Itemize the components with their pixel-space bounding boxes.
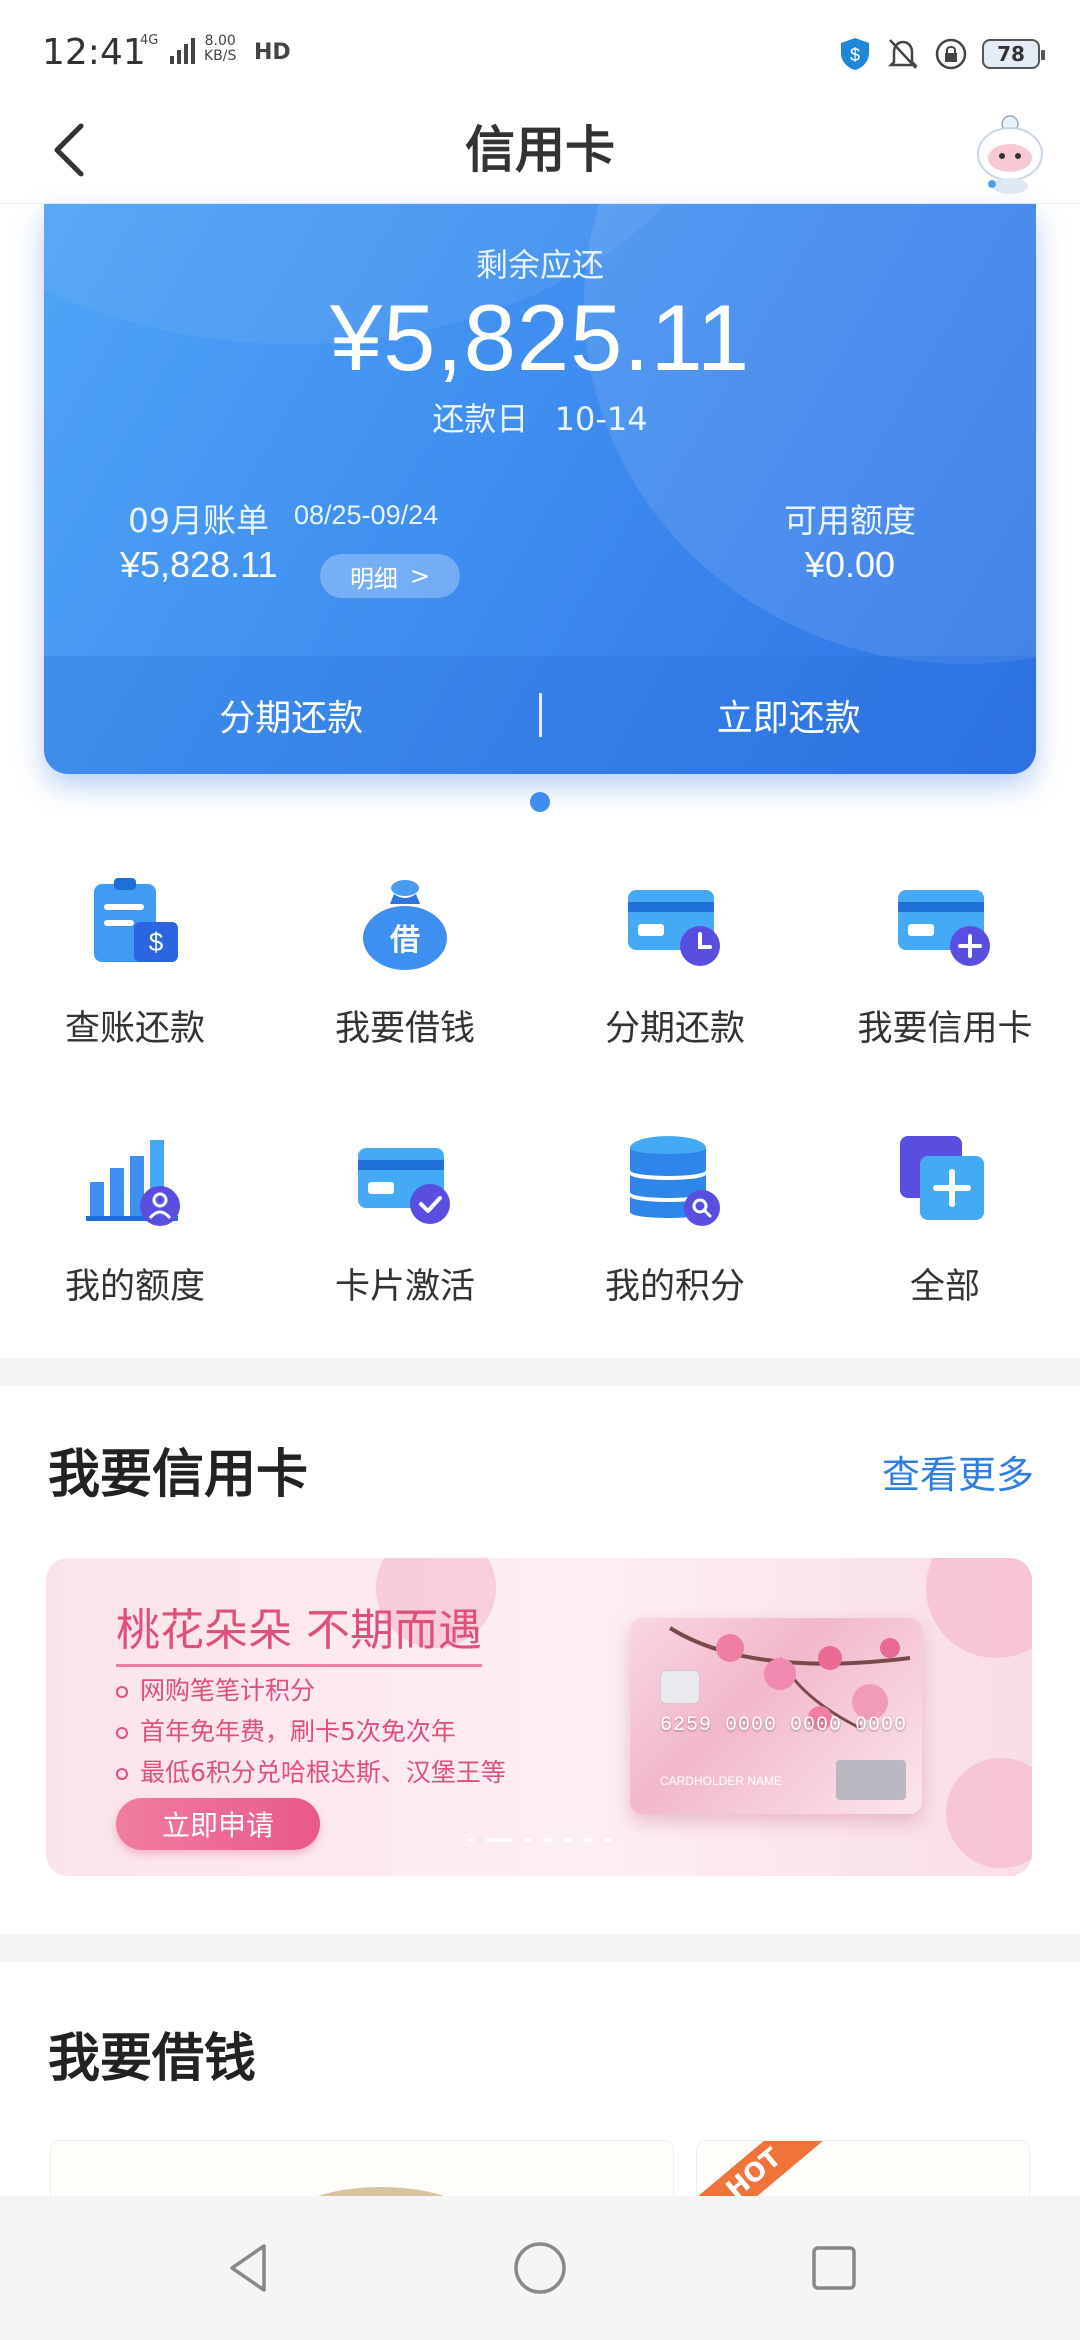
app-header: 信用卡 — [0, 96, 1080, 204]
detail-arrow-icon: > — [409, 562, 431, 590]
blossom-decoration — [946, 1758, 1032, 1868]
grid-item-my-points[interactable]: 我的积分 — [540, 1118, 810, 1376]
grid-item-all[interactable]: 全部 — [810, 1118, 1080, 1376]
svg-text:$: $ — [149, 927, 164, 957]
svg-text:借: 借 — [389, 923, 420, 958]
available-limit-label: 可用额度 — [784, 501, 916, 540]
bill-summary-card: 剩余应还 ¥5,825.11 还款日 10-14 09月账单 08/25-09/… — [44, 204, 1036, 774]
benefit-item: 网购笔笔计积分 — [116, 1670, 506, 1711]
grid-label: 我要信用卡 — [857, 1009, 1033, 1049]
card-number: 6259 0000 0000 0000 — [660, 1714, 908, 1737]
battery-icon: 78 — [982, 39, 1045, 69]
lock-rotation-icon — [935, 38, 967, 70]
grid-item-my-limit[interactable]: 我的额度 — [0, 1118, 270, 1376]
card-add-icon — [898, 890, 990, 966]
loan-section-title: 我要借钱 — [48, 2029, 257, 2089]
installment-repay-button[interactable]: 分期还款 — [44, 689, 539, 741]
pagination-dot-active — [486, 1838, 512, 1842]
bill-repay-icon: $ — [94, 878, 178, 962]
grid-item-borrow[interactable]: 借 我要借钱 — [270, 860, 540, 1118]
nav-recents-icon[interactable] — [804, 2238, 864, 2298]
remaining-amount: ¥5,825.11 — [329, 285, 751, 390]
svg-text:$: $ — [850, 45, 860, 65]
section-divider — [0, 1358, 1080, 1386]
section-divider — [0, 1934, 1080, 1962]
grid-label: 我要借钱 — [334, 1009, 475, 1049]
bill-month-title: 09月账单 — [128, 501, 269, 540]
speed-unit: KB/S — [204, 48, 237, 64]
nav-home-icon[interactable] — [510, 2238, 570, 2298]
grid-item-bill-repay[interactable]: $ 查账还款 — [0, 860, 270, 1118]
network-type: 4G — [140, 33, 159, 48]
grid-label: 我的额度 — [64, 1267, 205, 1307]
limit-chart-icon — [86, 1140, 180, 1226]
banner-title: 桃花朵朵 不期而遇 — [116, 1594, 482, 1667]
hd-indicator: HD — [254, 40, 291, 65]
card-check-icon — [358, 1148, 450, 1224]
bill-amount: ¥5,828.11 — [120, 544, 278, 585]
network-speed: 8.00 KB/S — [204, 34, 236, 64]
promo-card-image: 6259 0000 0000 0000 CARDHOLDER NAME — [630, 1618, 922, 1814]
grid-item-installment[interactable]: 分期还款 — [540, 860, 810, 1118]
grid-label: 全部 — [909, 1267, 980, 1307]
grid-row: 我的额度 卡片激活 我的积分 全部 — [0, 1118, 1080, 1376]
card-clock-icon — [628, 890, 720, 966]
banner-pagination — [466, 1838, 612, 1842]
shield-icon: $ — [841, 38, 869, 70]
card-actions: 分期还款 立即还款 — [44, 656, 1036, 774]
due-date-row: 还款日 10-14 — [44, 394, 1036, 440]
points-database-icon — [630, 1136, 720, 1226]
pagination-dot — [584, 1838, 592, 1842]
grid-label: 查账还款 — [64, 1009, 205, 1049]
pagination-dot — [524, 1838, 532, 1842]
system-navigation-bar — [0, 2196, 1080, 2340]
screen: 12:41 4G 8.00 KB/S HD $ 78 信用卡 剩余应还 ¥5,8… — [0, 0, 1080, 2340]
grid-label: 卡片激活 — [334, 1267, 475, 1307]
pagination-dot — [604, 1838, 612, 1842]
detail-label: 明细 — [349, 564, 398, 593]
banner-benefits: 网购笔笔计积分 首年免年费，刷卡5次免次年 最低6积分兑哈根达斯、汉堡王等 — [116, 1670, 506, 1793]
grid-label: 我的积分 — [604, 1267, 745, 1307]
pagination-dot — [466, 1838, 474, 1842]
pagination-dot — [544, 1838, 552, 1842]
nav-back-icon[interactable] — [218, 2238, 278, 2298]
bell-muted-icon — [887, 39, 919, 69]
grid-item-card-activate[interactable]: 卡片激活 — [270, 1118, 540, 1376]
benefit-item: 最低6积分兑哈根达斯、汉堡王等 — [116, 1752, 506, 1793]
carousel-indicator — [530, 792, 550, 812]
grid-item-apply-card[interactable]: 我要信用卡 — [810, 860, 1080, 1118]
signal-icon — [170, 38, 195, 64]
function-grid: $ 查账还款 借 我要借钱 分期还款 我要信用卡 我的额度 卡片激活 我的积分 … — [0, 860, 1080, 1376]
pagination-dot — [564, 1838, 572, 1842]
status-right: $ 78 — [838, 34, 1045, 74]
promo-banner[interactable]: 桃花朵朵 不期而遇 网购笔笔计积分 首年免年费，刷卡5次免次年 最低6积分兑哈根… — [46, 1558, 1032, 1876]
bill-detail-button[interactable]: 明细 > — [320, 554, 460, 598]
due-label: 还款日 — [432, 400, 529, 438]
money-bag-icon: 借 — [363, 880, 447, 970]
status-time: 12:41 — [42, 32, 146, 73]
available-limit-amount: ¥0.00 — [804, 544, 896, 585]
blossom-decoration — [926, 1558, 1032, 1658]
remaining-label: 剩余应还 — [475, 246, 604, 284]
page-title: 信用卡 — [465, 121, 615, 179]
grid-row: $ 查账还款 借 我要借钱 分期还款 我要信用卡 — [0, 860, 1080, 1118]
repay-now-button[interactable]: 立即还款 — [542, 689, 1037, 741]
due-date: 10-14 — [554, 400, 648, 438]
see-more-link[interactable]: 查看更多 — [882, 1444, 1034, 1499]
speed-value: 8.00 — [204, 33, 236, 49]
card-brand-logo — [836, 1760, 906, 1800]
robot-assistant-icon[interactable] — [962, 104, 1058, 200]
benefit-item: 首年免年费，刷卡5次免次年 — [116, 1711, 506, 1752]
grid-label: 分期还款 — [604, 1009, 745, 1049]
card-chip — [660, 1670, 700, 1704]
all-plus-icon — [900, 1136, 984, 1220]
credit-section-title: 我要信用卡 — [48, 1445, 309, 1505]
card-holder: CARDHOLDER NAME — [660, 1774, 783, 1788]
status-bar: 12:41 4G 8.00 KB/S HD $ 78 — [0, 0, 1080, 96]
apply-now-button[interactable]: 立即申请 — [116, 1798, 320, 1850]
bill-period: 08/25-09/24 — [294, 500, 439, 530]
